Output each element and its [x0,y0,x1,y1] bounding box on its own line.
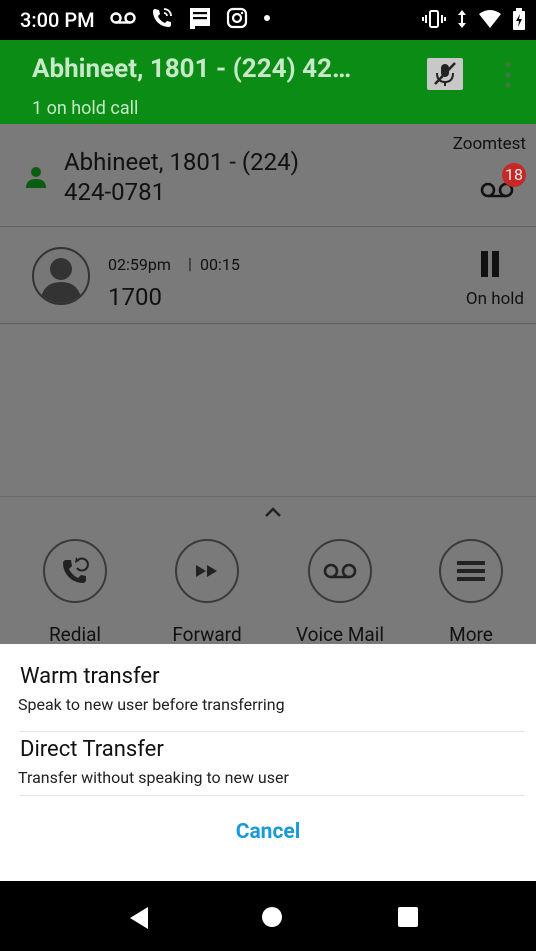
pause-icon [481,251,499,277]
instagram-icon [226,7,248,29]
status-icons-right [422,8,526,30]
warm-transfer-option[interactable]: Warm transfer Speak to new user before t… [18,664,524,732]
call-start-time: 02:59pm [108,255,171,274]
transfer-sheet: Warm transfer Speak to new user before t… [0,644,536,881]
overflow-menu-button[interactable] [502,60,514,94]
voice-mail-button[interactable]: Voice Mail [296,539,384,646]
redial-label: Redial [48,623,102,646]
call-title: Abhineet, 1801 - (224) 42… [32,54,352,84]
status-bar: 3:00 PM [0,0,536,40]
call-content-dimmed: Abhineet, 1801 - (224) 424-0781 Zoomtest… [0,124,536,646]
call-duration: 00:15 [200,255,240,274]
system-nav-bar [0,881,536,951]
voice-mail-circle [308,539,372,603]
mute-button[interactable] [427,58,463,90]
call-header: Abhineet, 1801 - (224) 42… 1 on hold cal… [0,40,536,124]
more-label: More [449,623,493,646]
person-icon [26,167,46,188]
wifi-icon [479,10,501,28]
status-icons-left [110,6,272,30]
voicemail-button[interactable]: 18 [478,161,526,205]
status-time: 3:00 PM [20,8,95,32]
data-transfer-icon [458,10,466,28]
voicemail-icon [110,12,136,24]
cancel-button[interactable]: Cancel [0,820,536,844]
notification-dot-icon [264,15,270,21]
forward-label: Forward [172,623,242,646]
more-vert-icon [505,62,511,88]
back-icon[interactable] [128,906,150,930]
forward-button[interactable]: Forward [172,539,242,646]
more-button[interactable]: More [436,539,506,646]
recents-icon[interactable] [398,907,418,927]
voicemail-icon [323,563,357,579]
more-circle [439,539,503,603]
chevron-up-icon[interactable] [263,505,283,519]
direct-transfer-title: Direct Transfer [20,737,164,762]
option-divider [20,795,524,796]
time-separator: | [188,254,192,273]
hold-status: On hold [465,289,524,309]
call-subtitle: 1 on hold call [32,98,139,119]
contact-name-line2: 424-0781 [64,178,166,206]
account-name: Zoomtest [452,134,526,154]
option-divider [20,731,524,732]
held-call-row[interactable]: 02:59pm | 00:15 1700 On hold [0,227,536,324]
caller-avatar [32,247,90,305]
battery-charging-icon [513,8,525,30]
voice-mail-label: Voice Mail [295,623,385,646]
message-icon [190,8,210,29]
redial-button[interactable]: Redial [40,539,110,646]
direct-transfer-option[interactable]: Direct Transfer Transfer without speakin… [18,734,524,796]
direct-transfer-subtitle: Transfer without speaking to new user [18,768,289,787]
voicemail-count-badge: 18 [502,163,526,187]
forward-circle [175,539,239,603]
warm-transfer-subtitle: Speak to new user before transferring [18,695,285,714]
contact-name-line1: Abhineet, 1801 - (224) [64,148,299,176]
menu-icon [457,561,485,581]
held-call-number: 1700 [108,283,162,311]
redial-circle [43,539,107,603]
redial-icon [63,557,89,583]
fast-forward-icon [196,565,217,577]
avatar-silhouette-icon [40,258,82,303]
microphone-off-icon [434,62,456,86]
vibrate-icon [422,10,446,28]
action-bar: Redial Forward Voice Mail More [0,496,536,646]
home-icon[interactable] [261,906,283,928]
warm-transfer-title: Warm transfer [20,664,160,689]
contact-row[interactable]: Abhineet, 1801 - (224) 424-0781 Zoomtest… [0,124,536,227]
phone-call-icon [153,8,172,27]
